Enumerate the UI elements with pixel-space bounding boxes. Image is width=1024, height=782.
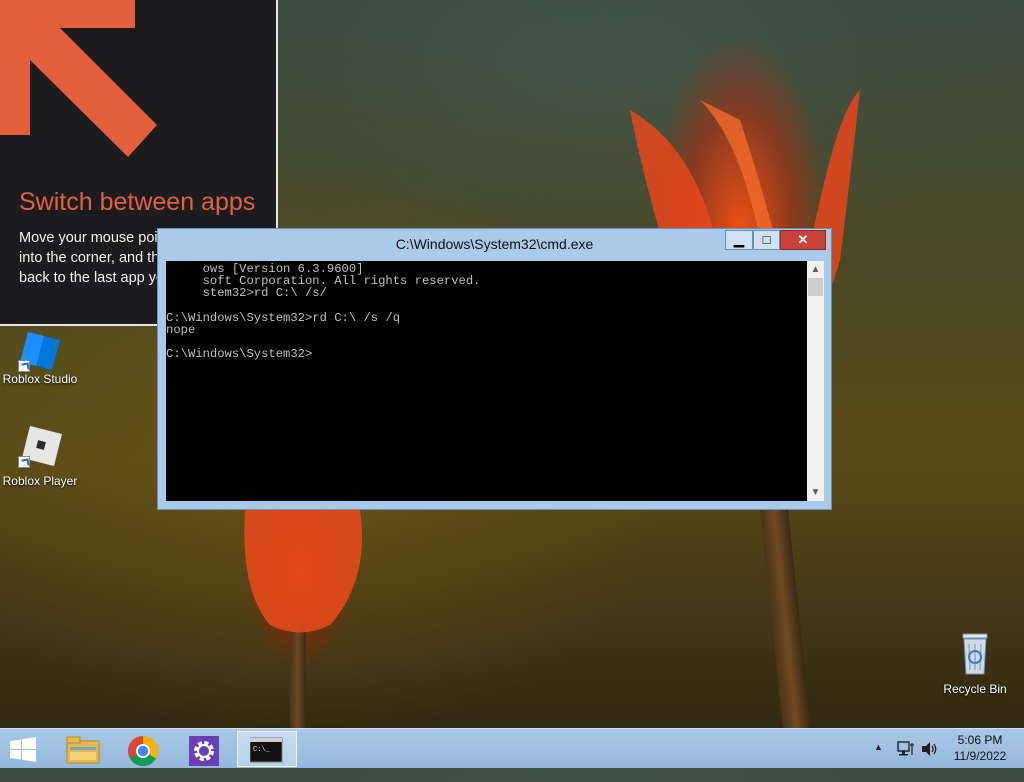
file-explorer-icon bbox=[66, 736, 100, 764]
clock-date: 11/9/2022 bbox=[953, 749, 1007, 763]
scroll-up-icon[interactable]: ▲ bbox=[807, 261, 824, 278]
svg-text:C:\_: C:\_ bbox=[253, 746, 271, 754]
desktop-icon-recycle-bin[interactable]: Recycle Bin bbox=[935, 630, 1015, 696]
shortcut-arrow-icon bbox=[18, 456, 30, 468]
scroll-down-icon[interactable]: ▼ bbox=[807, 484, 824, 501]
close-icon: ✕ bbox=[797, 232, 809, 247]
minimize-button[interactable]: ▁ bbox=[725, 230, 753, 250]
roblox-studio-icon bbox=[18, 328, 62, 372]
close-button[interactable]: ✕ bbox=[780, 230, 826, 250]
roblox-player-icon bbox=[18, 424, 62, 468]
desktop-icon-roblox-player[interactable]: Roblox Player bbox=[0, 424, 80, 488]
chrome-icon bbox=[128, 736, 159, 767]
clock-time: 5:06 PM bbox=[957, 733, 1003, 747]
maximize-icon: □ bbox=[762, 232, 771, 247]
cmd-window[interactable]: C:\Windows\System32\cmd.exe ▁ □ ✕ ows [V… bbox=[157, 228, 832, 510]
console-line: nope bbox=[166, 322, 196, 337]
start-button[interactable] bbox=[0, 731, 56, 767]
recycle-bin-icon bbox=[953, 630, 997, 675]
desktop-icon-roblox-studio[interactable]: Roblox Studio bbox=[0, 328, 80, 386]
console-line: C:\Windows\System32> bbox=[166, 347, 313, 362]
settings-icon bbox=[189, 736, 219, 766]
shortcut-arrow-icon bbox=[18, 360, 30, 372]
volume-icon[interactable] bbox=[921, 741, 939, 781]
clock[interactable]: 5:06 PM 11/9/2022 bbox=[944, 732, 1016, 764]
tip-title: Switch between apps bbox=[19, 188, 256, 216]
desktop-icon-label: Roblox Studio bbox=[2, 372, 78, 386]
corner-arrow-icon bbox=[0, 0, 157, 157]
taskbar-settings[interactable] bbox=[176, 731, 232, 767]
scroll-thumb[interactable] bbox=[808, 278, 823, 296]
taskbar-cmd[interactable]: C:\_ bbox=[237, 731, 297, 767]
desktop-icon-label: Roblox Player bbox=[2, 474, 78, 488]
minimize-icon: ▁ bbox=[734, 232, 744, 247]
console-output[interactable]: ows [Version 6.3.9600] soft Corporation.… bbox=[166, 261, 807, 501]
start-icon bbox=[10, 737, 36, 762]
show-hidden-icons[interactable]: ▲ bbox=[874, 742, 883, 782]
vertical-scrollbar[interactable]: ▲ ▼ bbox=[807, 261, 824, 501]
console-line: C:\Windows\System32>rd C:\ /s /q bbox=[166, 310, 401, 325]
taskbar-chrome[interactable] bbox=[115, 731, 171, 767]
maximize-button[interactable]: □ bbox=[753, 230, 780, 250]
cmd-icon: C:\_ bbox=[250, 737, 283, 763]
console-line: stem32>rd C:\ /s/ bbox=[166, 286, 327, 301]
taskbar-file-explorer[interactable] bbox=[54, 731, 110, 767]
network-icon[interactable] bbox=[897, 741, 915, 781]
desktop-icon-label: Recycle Bin bbox=[943, 682, 1007, 696]
taskbar: C:\_ ▲ 5:06 PM 11/9/2022 bbox=[0, 728, 1024, 768]
